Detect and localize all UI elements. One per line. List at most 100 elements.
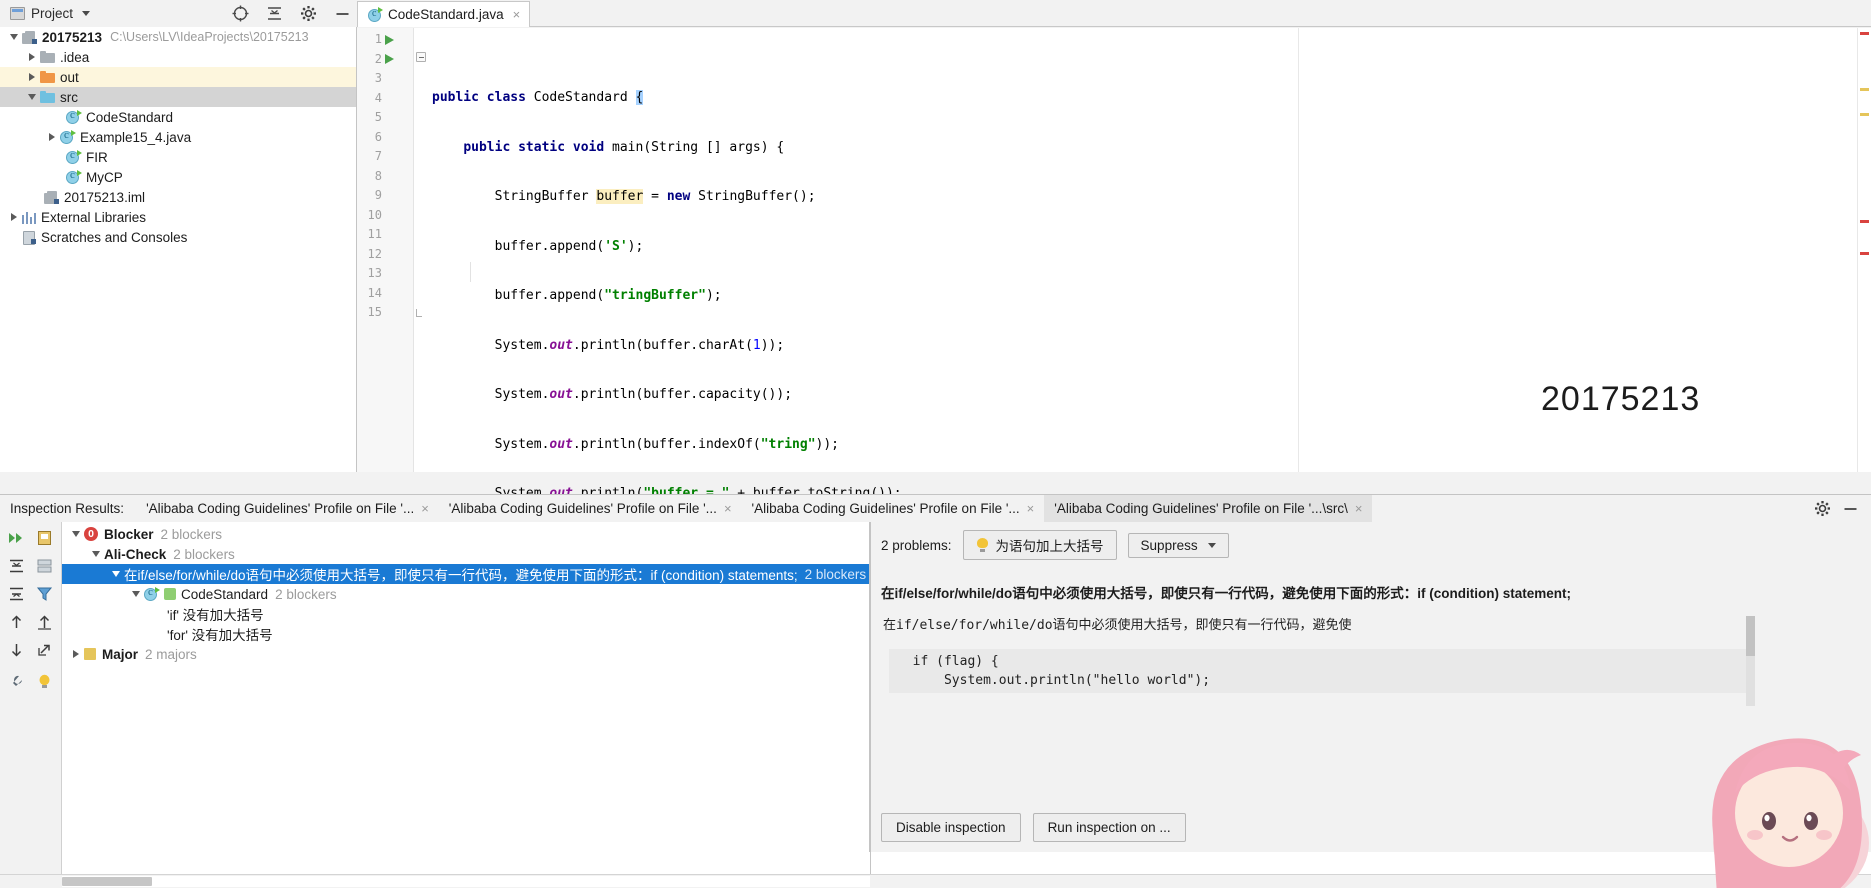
editor-tab-codestandard[interactable]: CodeStandard.java ×	[357, 1, 531, 27]
chevron-right-icon[interactable]	[24, 73, 40, 81]
settings-gear-icon[interactable]	[299, 5, 317, 23]
inspection-tree[interactable]: 0 Blocker 2 blockers Ali-Check 2 blocker…	[62, 522, 870, 852]
close-icon[interactable]: ×	[513, 7, 521, 22]
inspection-description-area: 在if/else/for/while/do语句中必须使用大括号，即使只有一行代码…	[871, 568, 1871, 852]
stripe-warning-mark[interactable]	[1860, 88, 1869, 91]
settings-gear-icon[interactable]	[1814, 500, 1831, 520]
inspection-description-box[interactable]: 在if/else/for/while/do语句中必须使用大括号，即使只有一行代码…	[875, 610, 1750, 712]
run-gutter-icon[interactable]	[385, 50, 399, 70]
editor-error-stripe[interactable]	[1857, 28, 1871, 472]
tree-row-fir[interactable]: FIR	[0, 147, 356, 167]
editor-tabstrip: CodeStandard.java ×	[357, 0, 1871, 27]
code-line-8[interactable]: System.out.println(buffer.indexOf("tring…	[428, 435, 1871, 455]
filter-icon[interactable]	[31, 582, 57, 606]
editor-gutter[interactable]: 1 2 3 4 5 6 7 8 9 10 11 12 13 14 15	[357, 28, 414, 472]
stripe-error-mark[interactable]	[1860, 32, 1869, 35]
chevron-down-icon[interactable]	[128, 591, 144, 597]
inspection-horizontal-scrollbar[interactable]	[62, 876, 870, 887]
edit-settings-icon[interactable]	[31, 610, 57, 634]
jump-to-source-icon[interactable]	[31, 638, 57, 662]
editor-code-area[interactable]: public class CodeStandard { public stati…	[428, 28, 1871, 801]
export-icon[interactable]	[31, 526, 57, 550]
stripe-error-mark[interactable]	[1860, 252, 1869, 255]
collapse-all-icon[interactable]	[265, 5, 283, 23]
inspection-row-major[interactable]: Major 2 majors	[62, 644, 869, 664]
editor-tab-label: CodeStandard.java	[388, 7, 504, 22]
code-line-3[interactable]: StringBuffer buffer = new StringBuffer()…	[428, 187, 1871, 207]
chevron-right-icon[interactable]	[68, 650, 84, 658]
wrench-icon[interactable]	[3, 670, 29, 694]
run-gutter-icon[interactable]	[385, 30, 399, 50]
inspection-row-if-problem[interactable]: 'if' 没有加大括号	[62, 604, 869, 624]
inspection-row-label: 'for' 没有加大括号	[167, 628, 273, 643]
inspection-row-count: 2 blockers	[160, 526, 223, 542]
inspection-row-blocker[interactable]: 0 Blocker 2 blockers	[62, 524, 869, 544]
disable-inspection-button[interactable]: Disable inspection	[881, 813, 1021, 842]
chevron-down-icon[interactable]	[68, 531, 84, 537]
code-line-6[interactable]: System.out.println(buffer.charAt(1));	[428, 336, 1871, 356]
tree-row-scratches[interactable]: Scratches and Consoles	[0, 227, 356, 247]
tree-row-example15-4[interactable]: Example15_4.java	[0, 127, 356, 147]
chevron-down-icon[interactable]	[6, 34, 22, 40]
minimize-icon[interactable]	[333, 5, 351, 23]
chevron-down-icon[interactable]	[82, 11, 91, 16]
tree-row-codestandard[interactable]: CodeStandard	[0, 107, 356, 127]
inspection-row-rule-braces[interactable]: 在if/else/for/while/do语句中必须使用大括号，即使只有一行代码…	[62, 564, 869, 584]
expand-icon[interactable]	[3, 582, 29, 606]
inspection-row-label: 在if/else/for/while/do语句中必须使用大括号，即使只有一行代码…	[124, 568, 798, 583]
next-icon[interactable]	[3, 638, 29, 662]
stripe-warning-mark[interactable]	[1860, 113, 1869, 116]
inspection-action-buttons: Disable inspection Run inspection on ...	[881, 813, 1186, 842]
inspection-tab-label: 'Alibaba Coding Guidelines' Profile on F…	[1054, 501, 1348, 516]
chevron-down-icon[interactable]	[88, 551, 104, 557]
fold-collapse-icon[interactable]	[416, 52, 426, 62]
description-scrollbar[interactable]	[1746, 616, 1755, 706]
run-inspection-button[interactable]: Run inspection on ...	[1032, 813, 1186, 842]
tree-row-project[interactable]: 20175213 C:\Users\LV\IdeaProjects\201752…	[0, 27, 356, 47]
rerun-icon[interactable]	[3, 526, 29, 550]
inspection-tab-1[interactable]: 'Alibaba Coding Guidelines' Profile on F…	[136, 495, 439, 523]
project-title-button[interactable]: Project	[0, 0, 91, 27]
bulb-icon[interactable]	[31, 670, 57, 694]
inspection-row-codestandard[interactable]: CodeStandard 2 blockers	[62, 584, 869, 604]
locate-icon[interactable]	[231, 5, 249, 23]
inspection-tab-3[interactable]: 'Alibaba Coding Guidelines' Profile on F…	[742, 495, 1045, 523]
suppress-button[interactable]: Suppress	[1127, 532, 1229, 558]
code-line-5[interactable]: buffer.append("tringBuffer");	[428, 286, 1871, 306]
prev-icon[interactable]	[3, 610, 29, 634]
project-tree[interactable]: 20175213 C:\Users\LV\IdeaProjects\201752…	[0, 27, 357, 472]
close-icon[interactable]: ×	[421, 501, 429, 516]
tree-row-iml[interactable]: 20175213.iml	[0, 187, 356, 207]
close-icon[interactable]: ×	[1027, 501, 1035, 516]
close-icon[interactable]: ×	[724, 501, 732, 516]
chevron-right-icon[interactable]	[44, 133, 60, 141]
inspection-row-for-problem[interactable]: 'for' 没有加大括号	[62, 624, 869, 644]
code-editor[interactable]: 1 2 3 4 5 6 7 8 9 10 11 12 13 14 15 publ…	[357, 28, 1871, 801]
group-icon[interactable]	[31, 554, 57, 578]
chevron-down-icon[interactable]	[24, 94, 40, 100]
code-line-1[interactable]: public class CodeStandard {	[428, 88, 1871, 108]
inspection-row-ali-check[interactable]: Ali-Check 2 blockers	[62, 544, 869, 564]
tree-row-external-libraries[interactable]: External Libraries	[0, 207, 356, 227]
stripe-error-mark[interactable]	[1860, 220, 1869, 223]
tree-row-src[interactable]: src	[0, 87, 356, 107]
close-icon[interactable]: ×	[1355, 501, 1363, 516]
chevron-down-icon[interactable]	[1207, 542, 1216, 548]
inspection-tab-2[interactable]: 'Alibaba Coding Guidelines' Profile on F…	[439, 495, 742, 523]
code-line-2[interactable]: public static void main(String [] args) …	[428, 138, 1871, 158]
chevron-right-icon[interactable]	[24, 53, 40, 61]
chevron-down-icon[interactable]	[108, 571, 124, 577]
inspection-tab-4[interactable]: 'Alibaba Coding Guidelines' Profile on F…	[1044, 494, 1373, 523]
inspection-row-count: 2 blockers	[804, 566, 867, 582]
panel-splitter[interactable]	[870, 522, 871, 874]
editor-fold-column[interactable]	[414, 28, 428, 472]
chevron-right-icon[interactable]	[6, 213, 22, 221]
code-line-4[interactable]: buffer.append('S');	[428, 237, 1871, 257]
tree-row-mycp[interactable]: MyCP	[0, 167, 356, 187]
collapse-icon[interactable]	[3, 554, 29, 578]
tree-row-out[interactable]: out	[0, 67, 356, 87]
apply-fix-button[interactable]: 为语句加上大括号	[962, 530, 1117, 560]
folder-orange-icon	[40, 71, 55, 83]
minimize-icon[interactable]	[1842, 500, 1859, 520]
tree-row-idea[interactable]: .idea	[0, 47, 356, 67]
